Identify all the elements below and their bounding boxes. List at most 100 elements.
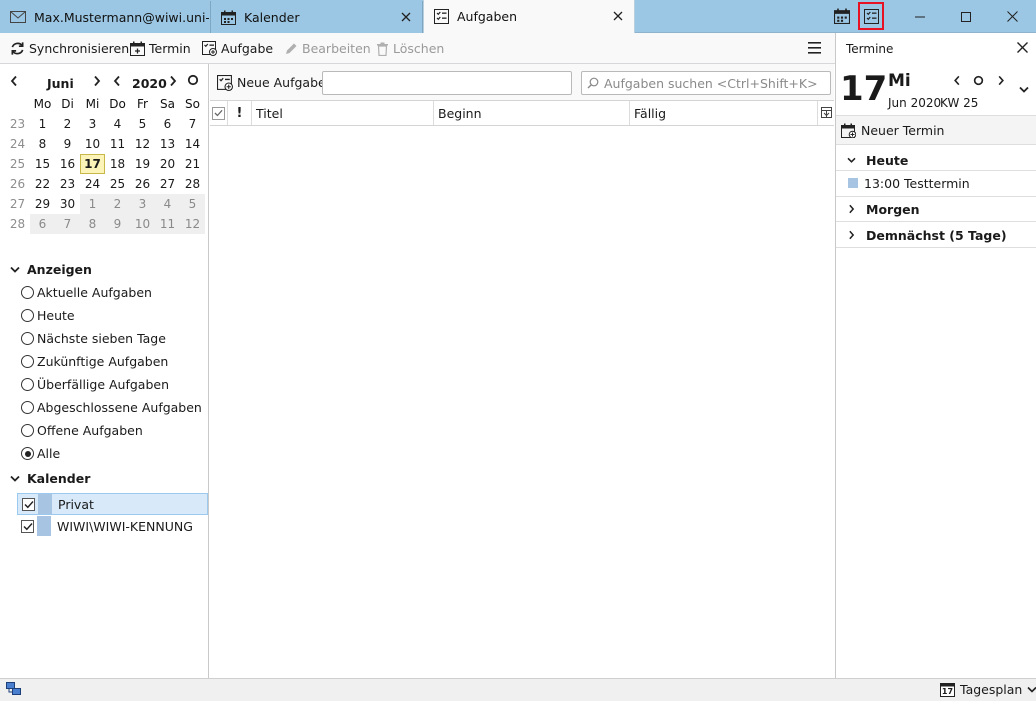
today-circle-icon[interactable] — [973, 75, 984, 86]
close-pane-icon[interactable] — [1017, 42, 1028, 53]
day-cell[interactable]: 2 — [55, 114, 80, 134]
day-cell[interactable]: 23 — [55, 174, 80, 194]
close-tab-icon[interactable] — [610, 8, 626, 24]
day-cell[interactable]: 30 — [55, 194, 80, 214]
filter-option-completed[interactable]: Abgeschlossene Aufgaben — [21, 400, 202, 415]
tab-mail[interactable]: Max.Mustermann@wiwi.uni-m — [0, 1, 211, 33]
calendar-item-privat[interactable]: Privat — [17, 493, 208, 515]
day-cell[interactable]: 21 — [180, 154, 205, 174]
day-cell[interactable]: 7 — [180, 114, 205, 134]
radio-button[interactable] — [21, 401, 34, 414]
filter-section-header[interactable]: Anzeigen — [10, 262, 92, 277]
column-title[interactable]: Titel — [252, 101, 434, 125]
filter-option-all[interactable]: Alle — [21, 446, 60, 461]
day-cell[interactable]: 8 — [30, 134, 55, 154]
filter-option-future[interactable]: Zukünftige Aufgaben — [21, 354, 168, 369]
day-cell[interactable]: 14 — [180, 134, 205, 154]
day-cell[interactable]: 9 — [55, 134, 80, 154]
menu-icon[interactable] — [808, 42, 821, 54]
agenda-group-today[interactable]: Heute — [836, 150, 1036, 170]
sync-button[interactable]: Synchronisieren — [10, 39, 129, 58]
column-due[interactable]: Fällig — [630, 101, 818, 125]
new-task-button[interactable]: Aufgabe — [202, 39, 273, 58]
column-priority[interactable]: ! — [228, 101, 252, 125]
chevron-down-icon[interactable] — [1019, 86, 1029, 94]
edit-button[interactable]: Bearbeiten — [284, 39, 371, 58]
day-cell[interactable]: 27 — [155, 174, 180, 194]
radio-button[interactable] — [21, 332, 34, 345]
filter-option-overdue[interactable]: Überfällige Aufgaben — [21, 377, 169, 392]
day-cell[interactable]: 20 — [155, 154, 180, 174]
radio-button-selected[interactable] — [21, 447, 34, 460]
calendar-checkbox[interactable] — [21, 519, 34, 533]
today-day-cell[interactable]: 17 — [80, 154, 105, 174]
quick-add-task-input[interactable] — [322, 71, 572, 95]
calendar-item-wiwi[interactable]: WIWI\WIWI-KENNUNG — [17, 515, 208, 537]
column-picker-icon[interactable] — [821, 107, 832, 118]
day-cell[interactable]: 4 — [105, 114, 130, 134]
day-cell[interactable]: 28 — [180, 174, 205, 194]
day-cell[interactable]: 7 — [55, 214, 80, 234]
new-event-button[interactable]: Termin — [130, 39, 191, 58]
filter-option-open[interactable]: Offene Aufgaben — [21, 423, 143, 438]
filter-option-current[interactable]: Aktuelle Aufgaben — [21, 285, 152, 300]
calendar-mode-icon[interactable] — [834, 8, 850, 24]
day-cell[interactable]: 12 — [180, 214, 205, 234]
prev-year-icon[interactable] — [113, 75, 121, 87]
prev-month-icon[interactable] — [10, 75, 18, 87]
radio-button[interactable] — [21, 355, 34, 368]
radio-button[interactable] — [21, 378, 34, 391]
day-cell[interactable]: 11 — [155, 214, 180, 234]
day-cell[interactable]: 4 — [155, 194, 180, 214]
new-event-button[interactable]: Neuer Termin — [836, 115, 1036, 145]
day-cell[interactable]: 25 — [105, 174, 130, 194]
next-year-icon[interactable] — [169, 75, 177, 87]
day-cell[interactable]: 1 — [30, 114, 55, 134]
agenda-event-item[interactable]: 13:00 Testtermin — [836, 172, 1036, 194]
maximize-button[interactable] — [943, 0, 989, 33]
column-completed[interactable] — [210, 101, 228, 125]
day-cell[interactable]: 5 — [130, 114, 155, 134]
prev-day-icon[interactable] — [953, 75, 961, 86]
day-cell[interactable]: 24 — [80, 174, 105, 194]
tab-tasks[interactable]: Aufgaben — [423, 0, 635, 33]
close-tab-icon[interactable] — [398, 9, 414, 25]
next-day-icon[interactable] — [997, 75, 1005, 86]
day-cell[interactable]: 2 — [105, 194, 130, 214]
day-cell[interactable]: 9 — [105, 214, 130, 234]
day-cell[interactable]: 10 — [130, 214, 155, 234]
today-circle-icon[interactable] — [187, 74, 199, 86]
online-status-icon[interactable] — [6, 682, 22, 696]
new-task-button[interactable]: Neue Aufgabe — [217, 73, 326, 92]
next-month-icon[interactable] — [93, 75, 101, 87]
filter-option-next7[interactable]: Nächste sieben Tage — [21, 331, 166, 346]
day-cell[interactable]: 15 — [30, 154, 55, 174]
day-cell[interactable]: 8 — [80, 214, 105, 234]
delete-button[interactable]: Löschen — [376, 39, 444, 58]
day-cell[interactable]: 29 — [30, 194, 55, 214]
day-cell[interactable]: 5 — [180, 194, 205, 214]
day-cell[interactable]: 6 — [155, 114, 180, 134]
calendar-checkbox[interactable] — [22, 497, 35, 511]
day-cell[interactable]: 6 — [30, 214, 55, 234]
day-cell[interactable]: 10 — [80, 134, 105, 154]
filter-option-today[interactable]: Heute — [21, 308, 75, 323]
today-pane-view-selector[interactable]: 17 Tagesplan — [940, 682, 1036, 697]
day-cell[interactable]: 18 — [105, 154, 130, 174]
agenda-group-soon[interactable]: Demnächst (5 Tage) — [836, 225, 1036, 245]
calendar-section-header[interactable]: Kalender — [10, 471, 90, 486]
day-cell[interactable]: 22 — [30, 174, 55, 194]
day-cell[interactable]: 13 — [155, 134, 180, 154]
day-cell[interactable]: 11 — [105, 134, 130, 154]
window-close-button[interactable] — [989, 0, 1035, 33]
minimize-button[interactable] — [897, 0, 943, 33]
tab-calendar[interactable]: Kalender — [211, 1, 423, 33]
task-mode-icon[interactable] — [858, 2, 884, 30]
agenda-group-tomorrow[interactable]: Morgen — [836, 199, 1036, 219]
day-cell[interactable]: 1 — [80, 194, 105, 214]
radio-button[interactable] — [21, 286, 34, 299]
day-cell[interactable]: 3 — [130, 194, 155, 214]
day-cell[interactable]: 3 — [80, 114, 105, 134]
task-search-input[interactable]: Aufgaben suchen <Ctrl+Shift+K> — [581, 71, 831, 95]
day-cell[interactable]: 26 — [130, 174, 155, 194]
